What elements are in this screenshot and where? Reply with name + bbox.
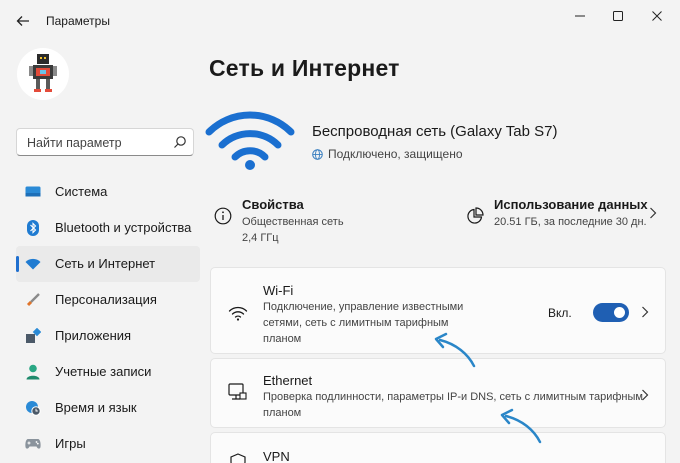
ethernet-description-line2: планом [263,407,302,419]
active-indicator [16,256,19,272]
sidebar-item-label: Система [55,184,108,199]
maximize-icon [613,11,623,21]
properties-band: 2,4 ГГц [242,232,279,244]
robot-avatar-icon [29,54,57,92]
close-icon [652,11,662,21]
wifi-description-line3: планом [263,333,302,345]
globe-clock-icon [25,400,41,416]
sidebar-item-network[interactable]: Сеть и Интернет [16,246,200,282]
sidebar-item-label: Время и язык [55,400,137,415]
vpn-title: VPN [263,449,290,463]
system-icon [25,184,41,200]
search-icon [174,136,186,148]
sidebar-item-system[interactable]: Система [16,174,200,210]
sidebar-item-bluetooth[interactable]: Bluetooth и устройства [16,210,200,246]
sidebar-item-time-language[interactable]: Время и язык [16,390,200,426]
data-usage-link[interactable]: Использование данных 20.51 ГБ, за послед… [466,197,666,237]
sidebar-item-label: Сеть и Интернет [55,256,156,271]
maximize-button[interactable] [604,6,632,26]
data-usage-amount: 20.51 ГБ, за последние 30 дн. [494,216,647,228]
sidebar-item-label: Bluetooth и устройства [55,220,192,235]
apps-icon [25,328,41,344]
sidebar-item-label: Учетные записи [55,364,152,379]
ethernet-description-line1: Проверка подлинности, параметры IP-и DNS… [263,391,643,403]
sidebar-item-gaming[interactable]: Игры [16,426,200,462]
ethernet-title: Ethernet [263,373,313,388]
data-usage-title: Использование данных [494,197,648,212]
properties-title: Свойства [242,197,304,212]
sidebar-item-apps[interactable]: Приложения [16,318,200,354]
vpn-card[interactable]: VPN [210,432,666,463]
title-bar: Параметры [0,0,680,40]
wifi-title: Wi-Fi [263,283,294,298]
globe-icon [312,148,323,160]
wifi-description-line1: Подключение, управление известными [263,301,464,313]
avatar[interactable] [17,48,69,100]
back-button[interactable] [12,11,34,31]
sidebar-item-personalization[interactable]: Персонализация [16,282,200,318]
search-input[interactable]: Найти параметр [16,128,194,156]
bluetooth-icon [25,220,41,236]
page-title: Сеть и Интернет [209,55,400,81]
brush-icon [25,292,41,308]
gamepad-icon [25,436,41,452]
properties-network-type: Общественная сеть [242,216,344,228]
app-title: Параметры [46,14,110,28]
pie-chart-icon [467,207,484,224]
sidebar-nav: Система Bluetooth и устройства Сеть и Ин… [16,174,200,462]
properties-link[interactable]: Свойства Общественная сеть 2,4 ГГц [214,197,414,247]
chevron-right-icon [642,389,649,401]
chevron-right-icon [642,306,649,318]
shield-icon [230,453,246,463]
search-placeholder: Найти параметр [27,136,122,150]
ethernet-icon [228,383,247,400]
annotation-arrow-icon [434,332,476,368]
toggle-knob [614,307,625,318]
close-button[interactable] [643,6,671,26]
minimize-button[interactable] [566,6,594,26]
connection-name: Беспроводная сеть (Galaxy Tab S7) [312,123,558,140]
connection-status-text: Подключено, защищено [328,147,463,161]
wifi-description-line2: сетями, сеть с лимитным тарифным [263,317,449,329]
chevron-right-icon [650,207,657,219]
sidebar-item-label: Игры [55,436,86,451]
wifi-small-icon [228,306,248,321]
connection-status: Подключено, защищено [312,147,463,161]
account-icon [25,364,41,380]
wifi-toggle[interactable] [593,303,629,322]
arrow-left-icon [16,16,29,26]
wifi-icon [205,111,295,170]
annotation-arrow-icon [500,408,542,444]
info-icon [214,207,232,225]
sidebar-item-label: Приложения [55,328,132,343]
network-icon [25,256,41,272]
minimize-icon [575,15,585,17]
wifi-toggle-label: Вкл. [548,306,572,320]
sidebar-item-label: Персонализация [55,292,157,307]
sidebar-item-accounts[interactable]: Учетные записи [16,354,200,390]
